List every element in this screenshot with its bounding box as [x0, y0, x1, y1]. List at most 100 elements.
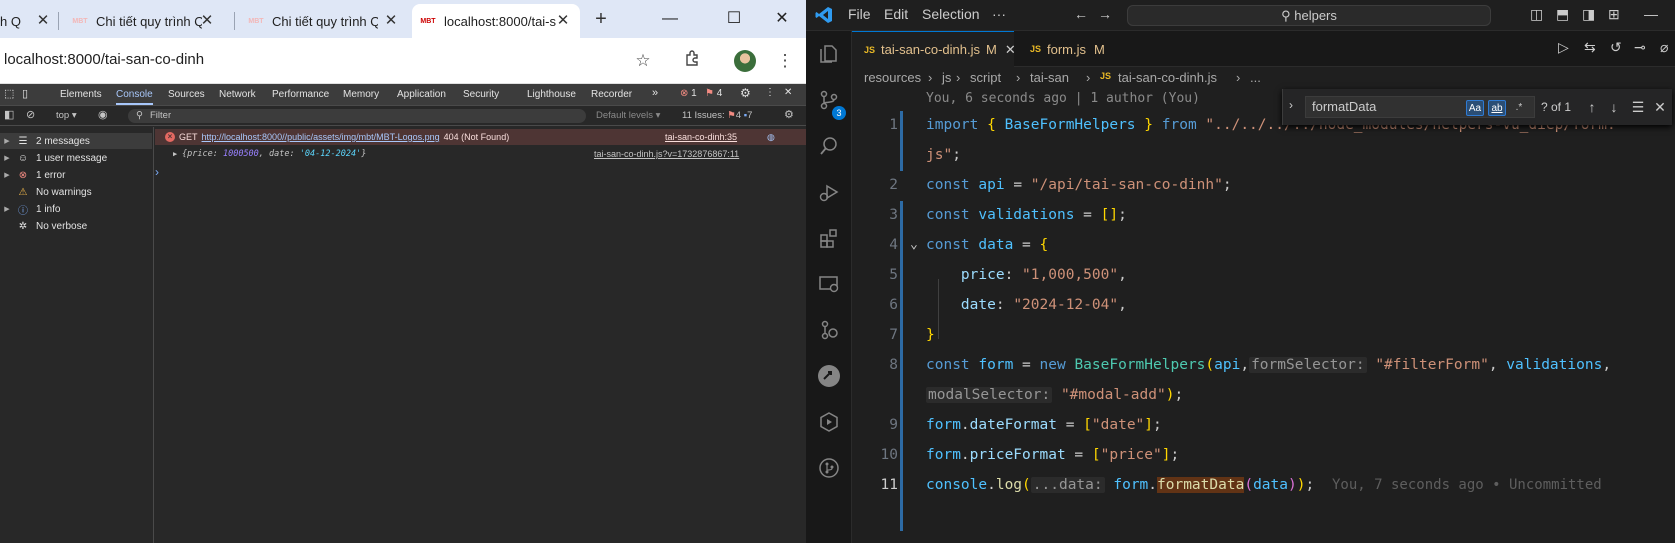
extensions-icon[interactable] — [682, 50, 704, 72]
next-match-icon[interactable]: ↓ — [1605, 98, 1623, 116]
search-view-icon[interactable] — [814, 131, 844, 161]
find-input[interactable]: formatData Aa ab .* — [1305, 96, 1535, 118]
error-url-link[interactable]: http://localhost:8000//public/assets/img… — [202, 132, 440, 142]
new-tab-button[interactable]: + — [590, 6, 612, 32]
browser-tab-2[interactable]: MBT Chi tiết quy trình Q ✕ — [64, 4, 224, 38]
eye-icon[interactable]: ◉ — [98, 108, 108, 121]
breadcrumb-item[interactable]: js — [942, 70, 951, 85]
tab-network[interactable]: Network — [219, 89, 256, 100]
browser-tab-1[interactable]: h Q ✕ — [0, 4, 54, 38]
command-center-search[interactable]: ⚲ helpers — [1127, 5, 1491, 26]
git-branch-icon[interactable] — [814, 453, 844, 483]
back-arrow-icon[interactable]: ← — [1074, 6, 1088, 22]
toggle-secondary-sidebar-icon[interactable]: ◨ — [1582, 6, 1595, 23]
tab-sources[interactable]: Sources — [168, 89, 205, 100]
open-changes-icon[interactable]: ⇆ — [1584, 39, 1596, 56]
tab-console[interactable]: Console — [116, 89, 153, 105]
device-toggle-icon[interactable]: ▯ — [22, 87, 28, 100]
log-levels-dropdown[interactable]: Default levels ▾ — [596, 110, 660, 121]
sidebar-item-info[interactable]: ▶ ⓘ 1 info — [0, 201, 152, 217]
console-log-row[interactable]: ▶ {price: 1000500, date: '04-12-2024'} t… — [155, 147, 806, 163]
gitlens-icon[interactable] — [814, 361, 844, 391]
close-icon[interactable]: ✕ — [34, 12, 52, 30]
code-editor[interactable]: You, 6 seconds ago | 1 author (You) 1 2 … — [852, 89, 1675, 543]
close-find-icon[interactable]: ✕ — [1651, 98, 1669, 116]
error-source-link[interactable]: tai-san-co-dinh:35 — [665, 132, 737, 142]
split-editor-icon[interactable]: ⌀ — [1660, 39, 1668, 56]
issues-button[interactable]: 11 Issues: ⚑4 ▪7 — [682, 110, 752, 121]
toggle-replace-icon[interactable]: › — [1289, 98, 1293, 112]
maximize-button[interactable]: ☐ — [714, 6, 754, 32]
fold-chevron-icon[interactable]: ⌄ — [910, 237, 918, 252]
filter-input[interactable]: ⚲ Filter — [128, 109, 586, 123]
extensions-icon[interactable] — [814, 223, 844, 253]
toggle-sidebar-icon[interactable]: ◫ — [1530, 6, 1543, 23]
codelens-blame[interactable]: You, 6 seconds ago | 1 author (You) — [926, 91, 1200, 106]
history-back-icon[interactable]: ↺ — [1610, 39, 1622, 56]
tab-lighthouse[interactable]: Lighthouse — [527, 89, 576, 100]
replay-icon[interactable]: ◍ — [767, 132, 775, 143]
tab-security[interactable]: Security — [463, 89, 499, 100]
menu-selection[interactable]: Selection — [922, 6, 980, 22]
warn-count-icon[interactable]: ⚑ 4 — [705, 88, 722, 99]
sidebar-item-errors[interactable]: ▶ ⊗ 1 error — [0, 167, 152, 183]
explorer-icon[interactable] — [814, 39, 844, 69]
regex-toggle[interactable]: .* — [1510, 100, 1528, 116]
close-icon[interactable]: ✕ — [198, 12, 216, 30]
url-field[interactable]: localhost:8000/tai-san-co-dinh — [4, 51, 204, 68]
sidebar-item-user-messages[interactable]: ▶ ☺ 1 user message — [0, 150, 152, 166]
compare-icon[interactable]: ⊸ — [1634, 39, 1646, 56]
sidebar-toggle-icon[interactable]: ◧ — [4, 108, 14, 121]
run-debug-icon[interactable] — [814, 177, 844, 207]
remote-explorer-icon[interactable] — [814, 269, 844, 299]
menu-edit[interactable]: Edit — [884, 6, 908, 22]
expand-arrow-icon[interactable]: ▶ — [173, 150, 177, 158]
tab-elements[interactable]: Elements — [60, 89, 102, 100]
match-case-toggle[interactable]: Aa — [1466, 100, 1484, 116]
sidebar-item-messages[interactable]: ▶ ☰ 2 messages — [0, 133, 152, 149]
git-graph-icon[interactable] — [814, 315, 844, 345]
tab-memory[interactable]: Memory — [343, 89, 379, 100]
console-prompt[interactable]: › — [155, 165, 159, 179]
close-icon[interactable]: ✕ — [554, 12, 572, 30]
breadcrumb-item[interactable]: resources — [864, 70, 921, 85]
window-close-button[interactable]: ✕ — [762, 6, 802, 32]
star-icon[interactable]: ☆ — [632, 50, 654, 72]
match-word-toggle[interactable]: ab — [1488, 100, 1506, 116]
error-count-icon[interactable]: ⊗ 1 — [680, 88, 697, 99]
log-source-link[interactable]: tai-san-co-dinh.js?v=1732876867:11 — [594, 149, 739, 159]
editor-tab-active[interactable]: JS tai-san-co-dinh.js M ✕ — [852, 31, 1016, 67]
menu-file[interactable]: File — [848, 6, 871, 22]
more-tabs-icon[interactable]: » — [652, 87, 658, 99]
breadcrumb-item[interactable]: tai-san-co-dinh.js — [1118, 70, 1217, 85]
run-icon[interactable]: ▷ — [1558, 39, 1569, 56]
inspect-icon[interactable]: ⬚ — [4, 87, 14, 100]
tab-application[interactable]: Application — [397, 89, 446, 100]
tab-performance[interactable]: Performance — [272, 89, 329, 100]
menu-more[interactable]: ··· — [992, 6, 1006, 22]
previous-match-icon[interactable]: ↑ — [1583, 98, 1601, 116]
find-in-selection-icon[interactable]: ☰ — [1629, 98, 1647, 116]
clear-console-icon[interactable]: ⊘ — [26, 108, 35, 121]
breadcrumb-item[interactable]: ... — [1250, 70, 1261, 85]
profile-avatar[interactable] — [734, 50, 756, 72]
minimize-icon[interactable]: — — [1644, 6, 1658, 22]
editor-tab-form[interactable]: JS form.js M — [1014, 31, 1134, 67]
menu-kebab-icon[interactable]: ⋮ — [774, 50, 796, 72]
sidebar-item-warnings[interactable]: ⚠ No warnings — [0, 184, 152, 200]
browser-tab-3[interactable]: MBT Chi tiết quy trình Q ✕ — [240, 4, 408, 38]
testing-icon[interactable] — [814, 407, 844, 437]
customize-layout-icon[interactable]: ⊞ — [1608, 6, 1620, 23]
devtools-menu-icon[interactable]: ⋮ — [765, 87, 775, 98]
sidebar-item-verbose[interactable]: ✲ No verbose — [0, 218, 152, 234]
console-settings-icon[interactable]: ⚙ — [784, 108, 794, 121]
context-select[interactable]: top ▾ — [56, 110, 77, 121]
browser-tab-active[interactable]: MBT localhost:8000/tai-s ✕ — [412, 4, 580, 38]
minimize-button[interactable]: — — [650, 6, 690, 32]
breadcrumb-item[interactable]: tai-san — [1030, 70, 1069, 85]
forward-arrow-icon[interactable]: → — [1098, 6, 1112, 22]
close-icon[interactable]: ✕ — [382, 12, 400, 30]
tab-recorder[interactable]: Recorder — [591, 89, 632, 100]
devtools-close-icon[interactable]: ✕ — [784, 87, 792, 98]
breadcrumb-item[interactable]: script — [970, 70, 1001, 85]
